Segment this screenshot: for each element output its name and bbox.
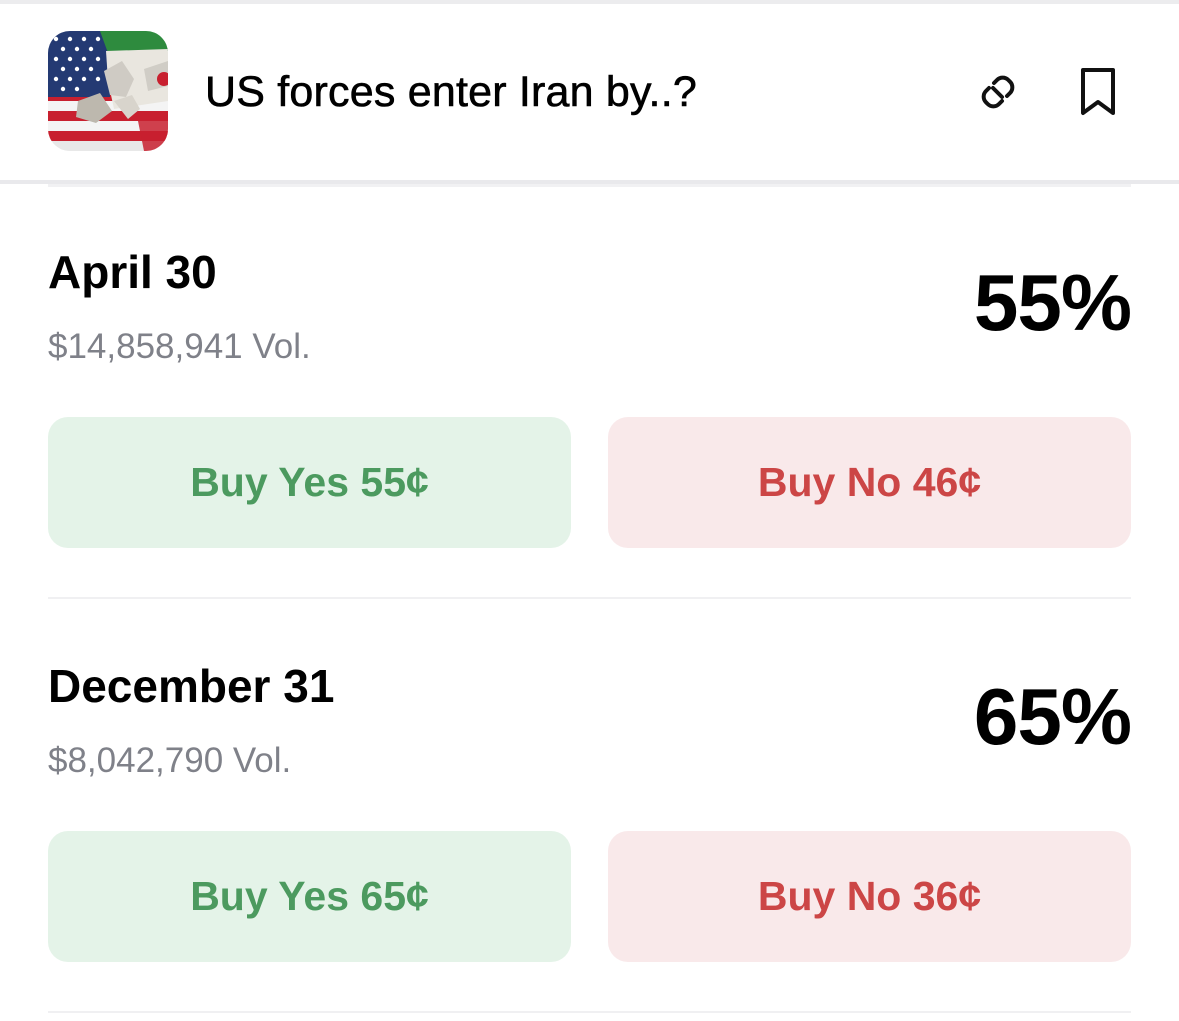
market-probability: 55% xyxy=(973,258,1132,347)
market-volume: $8,042,790 Vol. xyxy=(48,741,292,780)
buy-yes-button[interactable]: Buy Yes 55¢ xyxy=(48,417,571,548)
market-row: April 30 $14,858,941 Vol. 55% Buy Yes 55… xyxy=(48,245,1132,605)
buy-no-button[interactable]: Buy No 36¢ xyxy=(608,831,1131,962)
market-divider xyxy=(48,1011,1131,1013)
market-divider xyxy=(48,597,1131,599)
bookmark-icon[interactable] xyxy=(1066,60,1130,124)
market-name: April 30 xyxy=(48,246,217,298)
market-row: December 31 $8,042,790 Vol. 65% Buy Yes … xyxy=(48,659,1132,1019)
buy-no-button[interactable]: Buy No 46¢ xyxy=(608,417,1131,548)
market-name: December 31 xyxy=(48,660,335,712)
market-probability: 65% xyxy=(973,672,1132,761)
buy-yes-button[interactable]: Buy Yes 65¢ xyxy=(48,831,571,962)
market-header: US forces enter Iran by..? xyxy=(0,4,1179,180)
link-icon[interactable] xyxy=(966,60,1030,124)
market-title: US forces enter Iran by..? xyxy=(205,68,697,117)
header-divider-shade xyxy=(48,184,1131,187)
market-volume: $14,858,941 Vol. xyxy=(48,327,311,366)
us-iran-flags-image xyxy=(48,31,168,151)
